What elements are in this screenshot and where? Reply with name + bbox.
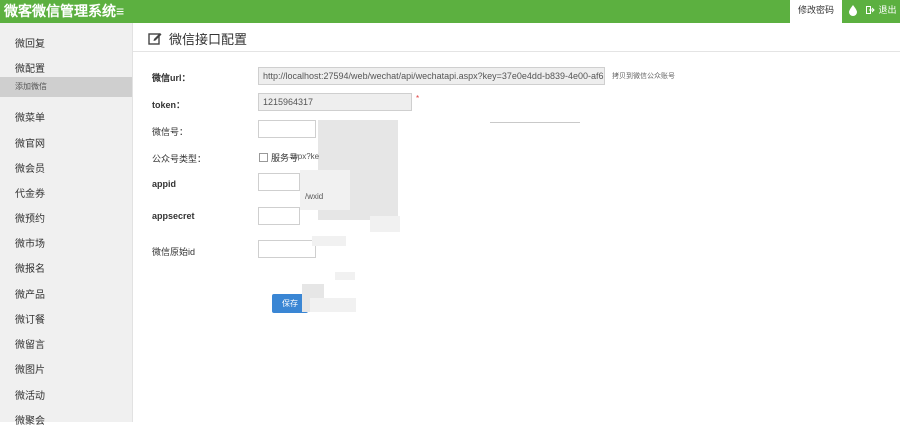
sidebar-item-message[interactable]: 微留言 — [0, 336, 132, 351]
wechat-id-field[interactable] — [258, 120, 316, 138]
appid-artifact: /wxid — [305, 192, 324, 201]
sidebar-item-party[interactable]: 微聚会 — [0, 412, 132, 427]
redacted-area — [300, 170, 350, 210]
redacted-area — [312, 236, 346, 246]
menu-toggle-icon[interactable]: ≡ — [116, 2, 124, 20]
logout-button[interactable]: 退出 — [866, 0, 897, 22]
sidebar-item-member[interactable]: 微会员 — [0, 160, 132, 175]
original-id-field[interactable] — [258, 240, 316, 258]
wechat-id-label: 微信号： — [152, 127, 189, 137]
edit-icon — [148, 33, 162, 45]
sidebar-item-add-wechat[interactable]: 添加微信 — [0, 77, 132, 97]
appsecret-label: appsecret — [152, 211, 195, 221]
original-id-label: 微信原始id — [152, 247, 196, 257]
sidebar: 微回复 微配置 添加微信 微菜单 微官网 微会员 代金券 微预约 微市场 微报名… — [0, 23, 133, 427]
appsecret-field[interactable] — [258, 207, 300, 225]
required-marker: * — [416, 94, 420, 103]
sidebar-item-activity[interactable]: 微活动 — [0, 387, 132, 402]
sidebar-item-website[interactable]: 微官网 — [0, 135, 132, 150]
account-type-artifact: wpx?ke — [292, 152, 320, 161]
token-field[interactable]: 1215964317 — [258, 93, 412, 111]
top-bar: 微客微信管理系统 ≡ 修改密码 退出 — [0, 0, 900, 23]
header-divider — [133, 51, 900, 52]
sidebar-item-market[interactable]: 微市场 — [0, 235, 132, 250]
sidebar-item-config[interactable]: 微配置 — [0, 60, 132, 75]
redacted-area — [335, 272, 355, 280]
appid-label: appid — [152, 179, 176, 189]
sidebar-item-booking[interactable]: 微预约 — [0, 210, 132, 225]
wechat-url-label: 微信url： — [152, 73, 191, 83]
sidebar-item-menu[interactable]: 微菜单 — [0, 109, 132, 124]
sidebar-item-reply[interactable]: 微回复 — [0, 35, 132, 50]
page-title: 微信接口配置 — [169, 32, 248, 47]
change-password-button[interactable]: 修改密码 — [790, 0, 842, 23]
sidebar-item-signup[interactable]: 微报名 — [0, 260, 132, 275]
app-title: 微客微信管理系统 — [4, 3, 116, 19]
appid-field[interactable] — [258, 173, 300, 191]
token-label: token： — [152, 100, 186, 110]
copy-hint: 拷贝到微信公众账号 — [612, 73, 675, 80]
sidebar-item-order[interactable]: 微订餐 — [0, 311, 132, 326]
logout-icon — [866, 5, 878, 15]
redacted-area — [310, 298, 356, 312]
account-type-label: 公众号类型： — [152, 154, 207, 164]
wechat-url-field[interactable]: http://localhost:27594/web/wechat/api/we… — [258, 67, 605, 85]
sidebar-item-voucher[interactable]: 代金券 — [0, 185, 132, 200]
redacted-area — [370, 216, 400, 232]
artifact-line — [490, 122, 580, 123]
droplet-icon[interactable] — [846, 0, 860, 22]
logout-label: 退出 — [878, 5, 897, 15]
sidebar-item-picture[interactable]: 微图片 — [0, 361, 132, 376]
sidebar-item-product[interactable]: 微产品 — [0, 286, 132, 301]
service-account-checkbox[interactable] — [259, 153, 268, 162]
